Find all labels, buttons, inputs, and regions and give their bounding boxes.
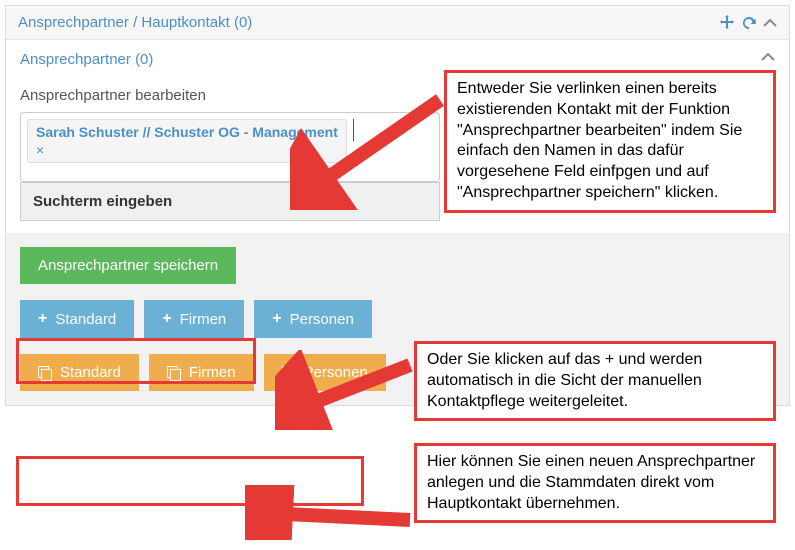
copy-standard-button[interactable]: Standard xyxy=(20,354,139,391)
btn-label: Firmen xyxy=(189,364,236,381)
annotation-2: Oder Sie klicken auf das + und werden au… xyxy=(414,341,776,421)
btn-label: Firmen xyxy=(180,311,227,328)
add-standard-button[interactable]: Standard xyxy=(20,300,134,338)
highlight-copy-row xyxy=(16,456,364,506)
header-icons xyxy=(719,15,777,31)
move-icon[interactable] xyxy=(719,15,735,31)
arrow-3 xyxy=(245,485,420,540)
add-personen-button[interactable]: Personen xyxy=(254,300,372,338)
save-button[interactable]: Ansprechpartner speichern xyxy=(20,247,236,284)
tag-text: Sarah Schuster // Schuster OG - Manageme… xyxy=(36,124,338,140)
save-button-label: Ansprechpartner speichern xyxy=(38,257,218,274)
refresh-icon[interactable] xyxy=(741,15,757,31)
btn-label: Standard xyxy=(60,364,121,381)
btn-label: Personen xyxy=(304,364,368,381)
add-firmen-button[interactable]: Firmen xyxy=(144,300,244,338)
copy-icon xyxy=(167,366,181,380)
search-term-bar[interactable]: Suchterm eingeben xyxy=(20,182,440,221)
subheader-title: Ansprechpartner (0) xyxy=(20,51,153,68)
text-cursor xyxy=(353,119,354,141)
collapse-icon[interactable] xyxy=(761,50,775,69)
copy-icon xyxy=(282,366,296,380)
btn-label: Standard xyxy=(55,311,116,328)
plus-icon xyxy=(162,310,171,328)
copy-firmen-button[interactable]: Firmen xyxy=(149,354,254,391)
plus-icon xyxy=(38,310,47,328)
tag-remove-icon[interactable]: × xyxy=(36,142,338,158)
chevron-up-icon[interactable] xyxy=(763,15,777,31)
contact-tag: Sarah Schuster // Schuster OG - Manageme… xyxy=(27,119,347,163)
copy-icon xyxy=(38,366,52,380)
annotation-1: Entweder Sie verlinken einen bereits exi… xyxy=(444,70,776,213)
annotation-3: Hier können Sie einen neuen Ansprechpart… xyxy=(414,443,776,523)
contact-tag-input[interactable]: Sarah Schuster // Schuster OG - Manageme… xyxy=(20,112,440,182)
btn-label: Personen xyxy=(290,311,354,328)
panel-title: Ansprechpartner / Hauptkontakt (0) xyxy=(18,14,252,31)
plus-icon xyxy=(272,310,281,328)
copy-personen-button[interactable]: Personen xyxy=(264,354,386,391)
